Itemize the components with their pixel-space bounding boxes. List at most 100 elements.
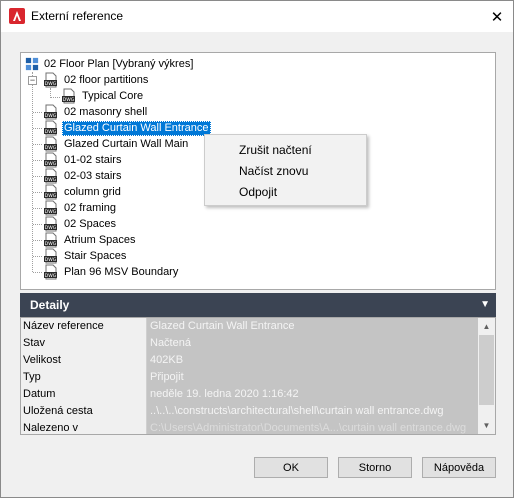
detail-row: Uložená cesta ..\..\..\constructs\archite… [21,403,479,420]
tree-item[interactable]: DWG Glazed Curtain Wall Entrance [43,120,211,136]
tree-item-label: column grid [64,185,121,198]
tree-connector [32,72,33,272]
detail-row: Datum neděle 19. ledna 2020 1:16:42 [21,386,479,403]
detail-key: Datum [21,386,147,403]
tree-item[interactable]: DWG Stair Spaces [43,248,128,264]
tree-item[interactable]: DWG 02 floor partitions [43,72,150,88]
context-menu: Zrušit načtení Načíst znovu Odpojit [204,134,367,206]
svg-text:DWG: DWG [45,81,57,87]
svg-text:DWG: DWG [45,273,57,279]
dwg-file-icon: DWG [44,152,57,168]
details-grid: Název reference Glazed Curtain Wall Entra… [20,317,496,435]
svg-text:DWG: DWG [63,97,75,103]
tree-connector [33,160,42,161]
tree-root-label: 02 Floor Plan [Vybraný výkres] [44,57,194,70]
dwg-file-icon: DWG [44,248,57,264]
tree-connector [33,240,42,241]
tree-connector [50,97,60,98]
tree-connector [33,192,42,193]
tree-item[interactable]: DWG 01-02 stairs [43,152,123,168]
dwg-file-icon: DWG [44,72,57,88]
tree-connector [33,112,42,113]
detail-key: Nalezeno v [21,420,147,434]
dwg-file-icon: DWG [62,88,75,104]
tree-item[interactable]: DWG 02 Spaces [43,216,118,232]
close-button[interactable]: ✕ [481,1,513,32]
tree-item[interactable]: DWG column grid [43,184,123,200]
detail-key: Název reference [21,318,147,335]
svg-text:DWG: DWG [45,161,57,167]
detail-value: neděle 19. ledna 2020 1:16:42 [147,386,479,403]
tree-item[interactable]: DWG Typical Core [61,88,145,104]
dwg-file-icon: DWG [44,184,57,200]
dwg-file-icon: DWG [44,232,57,248]
detail-key: Stav [21,335,147,352]
tree-connector [33,256,42,257]
tree-item-label: Glazed Curtain Wall Main [64,137,189,150]
menu-item-unload[interactable]: Zrušit načtení [239,143,312,157]
help-button[interactable]: Nápověda [422,457,496,478]
tree-item[interactable]: DWG Glazed Curtain Wall Main [43,136,190,152]
tree-item[interactable]: DWG 02 masonry shell [43,104,149,120]
menu-item-reload[interactable]: Načíst znovu [239,164,308,178]
detail-value: C:\Users\Administrator\Documents\A...\cu… [147,420,479,434]
window-title: Externí reference [31,9,124,23]
dwg-file-icon: DWG [44,120,57,136]
dwg-file-icon: DWG [44,216,57,232]
detail-value: Připojit [147,369,479,386]
tree-item[interactable]: DWG Plan 96 MSV Boundary [43,264,180,280]
drawing-root-icon [25,57,39,71]
detail-value: Glazed Curtain Wall Entrance [147,318,479,335]
detail-key: Typ [21,369,147,386]
detail-row: Název reference Glazed Curtain Wall Entra… [21,318,479,335]
tree-item-label: Stair Spaces [64,249,127,262]
svg-text:DWG: DWG [45,241,57,247]
tree-item[interactable]: DWG 02-03 stairs [43,168,123,184]
detail-value: 402KB [147,352,479,369]
tree-item-label: 02 Spaces [64,217,116,230]
tree-item-label: 02 floor partitions [64,73,149,86]
detail-key: Uložená cesta [21,403,147,420]
scroll-down-icon[interactable]: ▼ [478,417,495,434]
svg-text:DWG: DWG [45,129,57,135]
dwg-file-icon: DWG [44,104,57,120]
tree-connector [33,224,42,225]
tree-item[interactable]: DWG 02 framing [43,200,118,216]
dwg-file-icon: DWG [44,168,57,184]
details-header[interactable]: Detaily ▼ [20,293,496,317]
detail-key: Velikost [21,352,147,369]
tree-item-label: 02 framing [64,201,116,214]
detail-row: Stav Načtená [21,335,479,352]
detail-value: ..\..\..\constructs\architectural\shell\… [147,403,479,420]
svg-text:DWG: DWG [45,193,57,199]
tree-item-label: 02 masonry shell [64,105,148,118]
tree-item-label: 01-02 stairs [64,153,122,166]
svg-text:DWG: DWG [45,225,57,231]
details-scrollbar[interactable]: ▲ ▼ [478,318,495,434]
collapse-expander[interactable]: − [28,76,37,85]
collapse-arrow-icon[interactable]: ▼ [480,299,490,310]
scroll-thumb[interactable] [479,335,494,405]
tree-root[interactable]: 02 Floor Plan [Vybraný výkres] [25,56,195,72]
tree-item-label: Glazed Curtain Wall Entrance [62,120,211,136]
tree-connector [33,208,42,209]
tree-connector [33,176,42,177]
tree-item-label: Plan 96 MSV Boundary [64,265,179,278]
tree-item[interactable]: DWG Atrium Spaces [43,232,138,248]
tree-connector [33,128,42,129]
ok-button[interactable]: OK [254,457,328,478]
tree-connector [33,144,42,145]
title-bar: Externí reference ✕ [1,1,513,32]
dwg-file-icon: DWG [44,136,57,152]
tree-item-label: Typical Core [82,89,144,102]
tree-item-label: 02-03 stairs [64,169,122,182]
scroll-up-icon[interactable]: ▲ [478,318,495,335]
detail-row: Nalezeno v C:\Users\Administrator\Documen… [21,420,479,434]
menu-item-detach[interactable]: Odpojit [239,185,277,199]
cancel-button[interactable]: Storno [338,457,412,478]
external-references-dialog: Externí reference ✕ 02 Floor Plan [Vybra… [0,0,514,498]
tree-connector [33,272,42,273]
autocad-logo-icon [9,8,25,24]
detail-row: Typ Připojit [21,369,479,386]
dwg-file-icon: DWG [44,264,57,280]
